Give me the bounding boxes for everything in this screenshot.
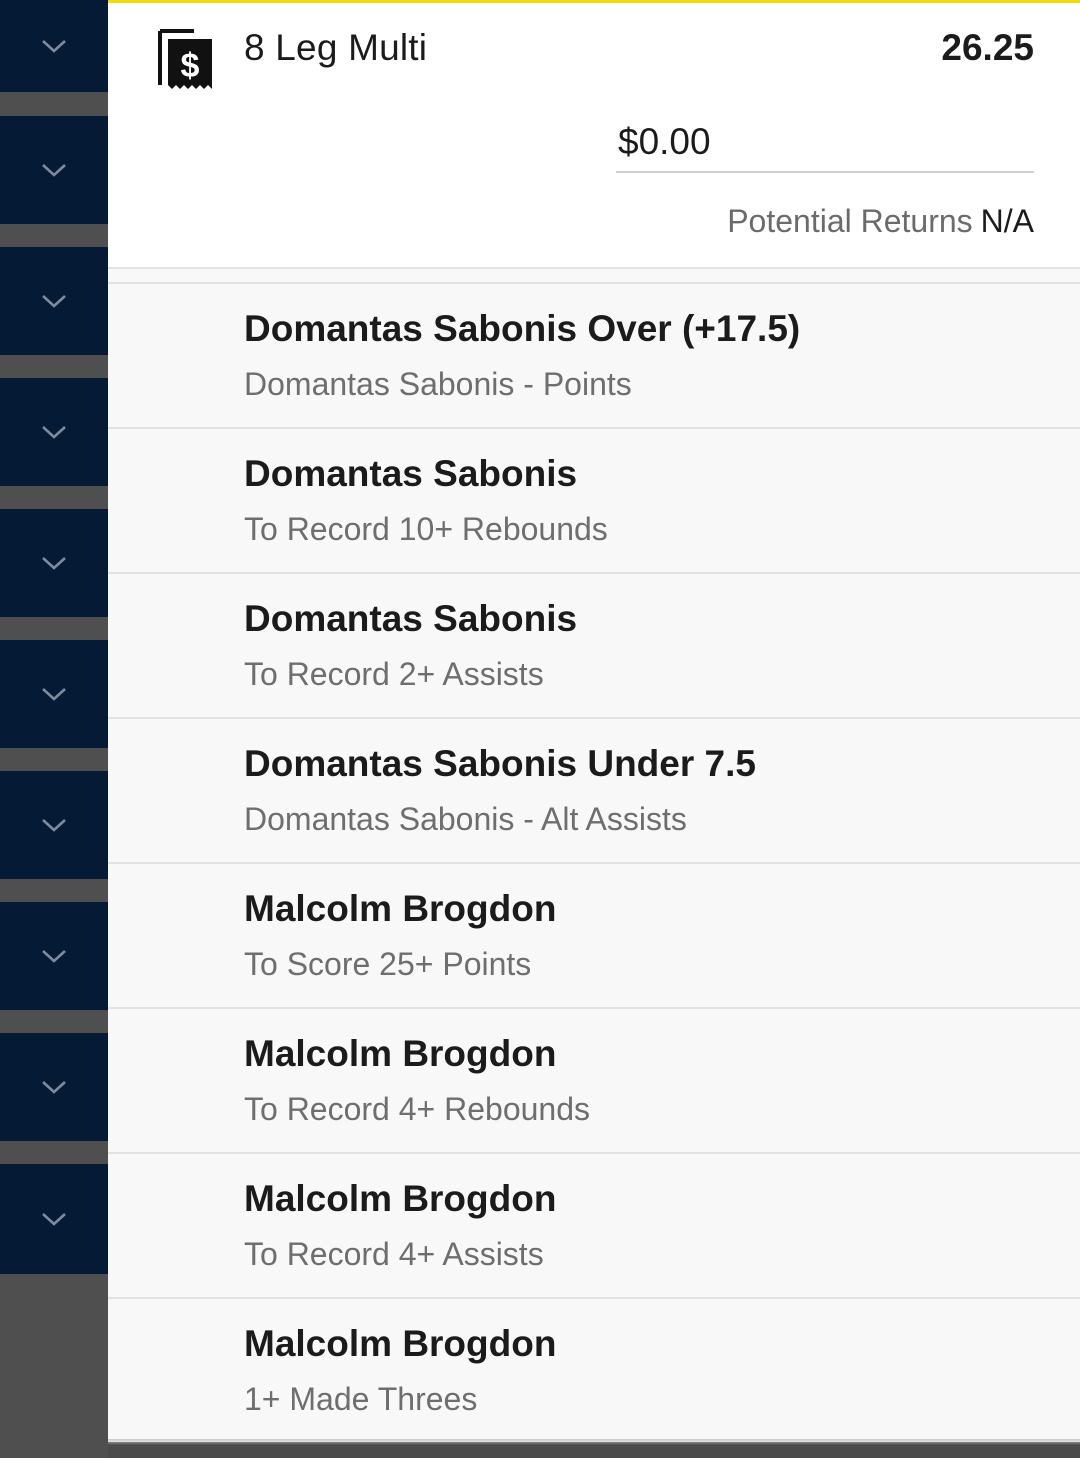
card-shadow [108,1439,1080,1445]
leg-selection: Domantas Sabonis [244,453,578,494]
stake-value[interactable]: $0.00 [618,121,711,163]
chevron-down-icon [42,557,66,570]
stake-input[interactable]: $0.00 [616,113,1034,173]
chevron-down-icon [42,819,66,832]
potential-returns: Potential Returns N/A [727,203,1034,240]
collapsed-bet-row[interactable] [0,247,108,355]
chevron-down-icon [42,950,66,963]
collapsed-bet-row[interactable] [0,640,108,748]
collapsed-bet-row[interactable] [0,378,108,486]
leg-market: To Record 10+ Rebounds [244,511,608,547]
collapsed-bet-row[interactable] [0,902,108,1010]
collapsed-bet-row[interactable] [0,771,108,879]
chevron-down-icon [42,164,66,177]
chevron-down-icon [42,1213,66,1226]
leg-selection: Malcolm Brogdon [244,1033,557,1074]
leg-market: To Score 25+ Points [244,946,532,982]
leg-market: Domantas Sabonis - Alt Assists [244,801,687,837]
left-rail [0,0,108,1458]
chevron-down-icon [42,295,66,308]
chevron-down-icon [42,688,66,701]
multi-bet-card: $ 8 Leg Multi 26.25 $0.00 Potential Retu… [108,0,1080,1442]
bet-leg: Domantas Sabonis Over (+17.5) Domantas S… [108,282,1080,427]
leg-selection: Domantas Sabonis [244,598,578,639]
collapsed-bet-row[interactable] [0,116,108,224]
leg-selection: Domantas Sabonis Under 7.5 [244,743,756,784]
leg-market: To Record 4+ Assists [244,1236,544,1272]
bet-leg: Domantas Sabonis To Record 10+ Rebounds [108,427,1080,572]
potential-returns-label: Potential Returns [727,203,973,239]
collapsed-bet-row[interactable] [0,0,108,92]
svg-text:$: $ [181,47,200,85]
leg-market: Domantas Sabonis - Points [244,366,632,402]
leg-selection: Domantas Sabonis Over (+17.5) [244,308,801,349]
bet-leg: Malcolm Brogdon To Record 4+ Rebounds [108,1007,1080,1152]
leg-selection: Malcolm Brogdon [244,1323,557,1364]
bet-legs-list: Domantas Sabonis Over (+17.5) Domantas S… [108,282,1080,1442]
collapsed-bet-row[interactable] [0,509,108,617]
collapsed-bet-row[interactable] [0,1033,108,1141]
chevron-down-icon [42,40,66,53]
chevron-down-icon [42,426,66,439]
bet-leg: Malcolm Brogdon To Record 4+ Assists [108,1152,1080,1297]
leg-selection: Malcolm Brogdon [244,1178,557,1219]
bet-header: $ 8 Leg Multi 26.25 $0.00 Potential Retu… [108,3,1080,269]
bet-leg: Domantas Sabonis Under 7.5 Domantas Sabo… [108,717,1080,862]
receipt-dollar-icon: $ [158,29,212,89]
bet-leg: Malcolm Brogdon 1+ Made Threes [108,1297,1080,1442]
chevron-down-icon [42,1081,66,1094]
bet-leg: Malcolm Brogdon To Score 25+ Points [108,862,1080,1007]
leg-market: To Record 2+ Assists [244,656,544,692]
leg-selection: Malcolm Brogdon [244,888,557,929]
potential-returns-value: N/A [980,203,1034,239]
leg-market: 1+ Made Threes [244,1381,478,1417]
bet-leg: Domantas Sabonis To Record 2+ Assists [108,572,1080,717]
collapsed-bet-row[interactable] [0,1164,108,1274]
leg-market: To Record 4+ Rebounds [244,1091,590,1127]
bet-title: 8 Leg Multi [244,27,428,68]
bet-odds: 26.25 [941,27,1034,68]
